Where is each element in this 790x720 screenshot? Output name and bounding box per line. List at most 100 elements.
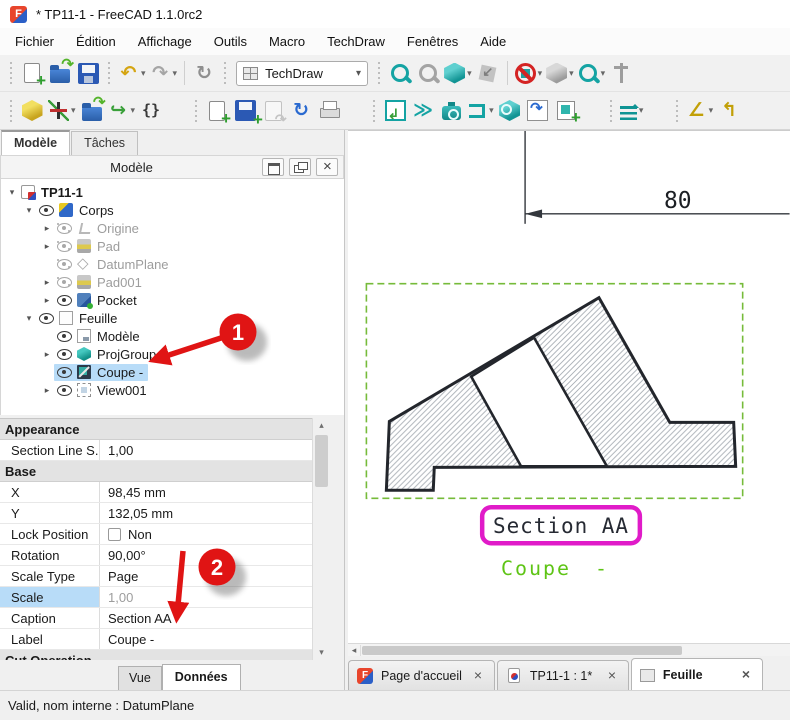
menu-aide[interactable]: Aide <box>469 30 517 53</box>
toolbar-grip[interactable] <box>7 62 15 84</box>
property-row-caption[interactable]: CaptionSection AA <box>0 608 312 629</box>
fit-selection-button[interactable] <box>414 59 442 87</box>
property-row-rotation[interactable]: Rotation90,00° <box>0 545 312 566</box>
eye-open-icon[interactable] <box>56 295 72 305</box>
datum-axis-button[interactable] <box>46 97 78 125</box>
menu-fenetres[interactable]: Fenêtres <box>396 30 469 53</box>
active-view-button[interactable] <box>437 97 465 125</box>
property-row-scale-type[interactable]: Scale TypePage <box>0 566 312 587</box>
tree-item-view001[interactable]: View001 <box>1 381 344 399</box>
expander-icon[interactable] <box>22 205 36 216</box>
eye-open-icon[interactable] <box>38 205 54 215</box>
close-panel-icon[interactable] <box>316 158 338 176</box>
scroll-left-icon[interactable] <box>348 645 361 656</box>
scrollbar-thumb[interactable] <box>315 435 328 487</box>
dimension-80[interactable]: 80 <box>525 131 789 224</box>
menu-edition[interactable]: Édition <box>65 30 127 53</box>
menu-fichier[interactable]: Fichier <box>4 30 65 53</box>
tree-item-tp11-1[interactable]: TP11-1 <box>1 183 344 201</box>
close-icon[interactable] <box>738 667 754 683</box>
expander-icon[interactable] <box>40 223 54 234</box>
eye-open-icon[interactable] <box>56 349 72 359</box>
leader-line-button[interactable]: ↰ <box>715 97 743 125</box>
mdi-tab-feuille[interactable]: Feuille <box>631 658 763 690</box>
menu-macro[interactable]: Macro <box>258 30 316 53</box>
open-document-button[interactable] <box>46 59 74 87</box>
draw-style-button[interactable] <box>513 59 545 87</box>
tree-item-pad001[interactable]: Pad001 <box>1 273 344 291</box>
property-row-y[interactable]: Y132,05 mm <box>0 503 312 524</box>
tree-item-datumplane[interactable]: DatumPlane <box>1 255 344 273</box>
eye-open-icon[interactable] <box>56 331 72 341</box>
workbench-selector[interactable]: TechDraw <box>236 61 368 86</box>
expander-icon[interactable] <box>40 349 54 360</box>
scroll-up-icon[interactable] <box>313 418 330 433</box>
scroll-down-icon[interactable] <box>313 645 330 660</box>
tab-modele[interactable]: Modèle <box>1 130 70 155</box>
techdraw-canvas[interactable]: 80 Section AA Coupe - <box>348 130 790 643</box>
dock-view-button[interactable] <box>474 59 502 87</box>
menu-techdraw[interactable]: TechDraw <box>316 30 396 53</box>
toolbar-grip[interactable] <box>607 100 615 122</box>
close-icon[interactable] <box>470 668 486 684</box>
eye-hidden-icon[interactable] <box>56 223 72 233</box>
section-view-button[interactable] <box>496 97 524 125</box>
tab-vue[interactable]: Vue <box>118 666 162 690</box>
fit-all-button[interactable] <box>386 59 414 87</box>
eye-open-icon[interactable] <box>56 385 72 395</box>
property-row-section-line[interactable]: Section Line S...1,00 <box>0 440 312 461</box>
redraw-page-button[interactable]: ↷ <box>259 97 287 125</box>
sync-view-button[interactable] <box>576 59 608 87</box>
section-caption[interactable]: Section AA <box>482 507 640 543</box>
undo-button[interactable]: ↶ <box>116 59 148 87</box>
toolbar-grip[interactable] <box>370 100 378 122</box>
toolbar-grip[interactable] <box>673 100 681 122</box>
section-view-shape[interactable] <box>386 298 735 491</box>
eye-open-icon[interactable] <box>38 313 54 323</box>
property-group-cut-operation[interactable]: Cut Operation <box>0 650 312 660</box>
eye-hidden-icon[interactable] <box>56 277 72 287</box>
new-page-template-button[interactable] <box>231 97 259 125</box>
stack-views-button[interactable] <box>618 97 646 125</box>
section-line-button[interactable] <box>465 97 496 125</box>
tree-item-pad[interactable]: Pad <box>1 237 344 255</box>
toolbar-grip[interactable] <box>105 62 113 84</box>
canvas-horizontal-scrollbar[interactable] <box>348 643 790 656</box>
property-row-lock-position[interactable]: Lock Position Non <box>0 524 312 545</box>
toolbar-grip[interactable] <box>221 62 229 84</box>
expander-icon[interactable] <box>22 313 36 324</box>
save-document-button[interactable] <box>74 59 102 87</box>
new-page-button[interactable] <box>203 97 231 125</box>
expander-icon[interactable] <box>5 187 19 198</box>
property-row-x[interactable]: X98,45 mm <box>0 482 312 503</box>
view-label-text[interactable]: Coupe - <box>501 556 609 580</box>
create-group-button[interactable] <box>78 97 106 125</box>
new-document-button[interactable] <box>18 59 46 87</box>
expander-icon[interactable] <box>40 295 54 306</box>
tree-item-projgroup[interactable]: ProjGroup <box>1 345 344 363</box>
tree-item-feuille[interactable]: Feuille <box>1 309 344 327</box>
expander-icon[interactable] <box>40 241 54 252</box>
shade-panel-icon[interactable] <box>262 158 284 176</box>
insert-view-button[interactable] <box>381 97 409 125</box>
tree-item-coupe[interactable]: Coupe - <box>1 363 344 381</box>
axonometric-view-button[interactable] <box>442 59 474 87</box>
export-button[interactable]: ↪ <box>106 97 138 125</box>
toolbar-grip[interactable] <box>375 62 383 84</box>
tree-item-modele-view[interactable]: Modèle <box>1 327 344 345</box>
menu-outils[interactable]: Outils <box>203 30 258 53</box>
mdi-tab-page-accueil[interactable]: Page d'accueil <box>348 660 495 690</box>
property-row-scale[interactable]: Scale1,00 <box>0 587 312 608</box>
property-scrollbar[interactable] <box>312 418 330 660</box>
expander-icon[interactable] <box>40 277 54 288</box>
lock-position-checkbox[interactable] <box>108 528 121 541</box>
eye-open-icon[interactable] <box>56 367 72 377</box>
projection-group-button[interactable]: ≫ <box>409 97 437 125</box>
print-page-button[interactable] <box>315 97 343 125</box>
eye-hidden-icon[interactable] <box>56 241 72 251</box>
toolbar-grip[interactable] <box>192 100 200 122</box>
eye-hidden-icon[interactable] <box>56 259 72 269</box>
angle-dimension-button[interactable]: ∠ <box>684 97 716 125</box>
tab-donnees[interactable]: Données <box>162 664 241 690</box>
property-group-base[interactable]: Base <box>0 461 312 482</box>
